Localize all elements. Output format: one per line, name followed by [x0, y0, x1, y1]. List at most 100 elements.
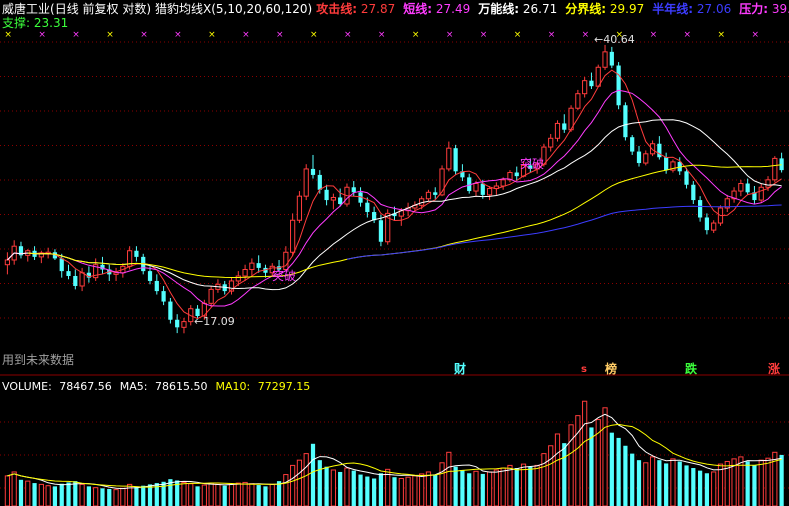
volume-bar [439, 462, 445, 506]
signal-marker: × [106, 30, 114, 40]
candle-body [758, 186, 764, 201]
volume-bar [195, 486, 200, 506]
candle-body [168, 301, 173, 320]
signal-marker: × [208, 30, 216, 40]
volume-bar [330, 469, 336, 506]
volume-bar [324, 466, 329, 506]
volume-bar [520, 463, 527, 506]
volume-bar [45, 485, 51, 506]
short-line-label: 短线: [403, 2, 433, 16]
halfyear-line-legend: 半年线: 27.06 [652, 2, 735, 16]
volume-bar [486, 471, 493, 506]
volume-bar [541, 453, 547, 506]
support-value: 23.31 [33, 16, 69, 30]
volume-bar [222, 485, 227, 506]
volume-bar [460, 469, 465, 506]
signal-markers: × × × × × × × × × × × × × × × × × × × × × × × [4, 30, 759, 40]
volume-header: VOLUME: 78467.56 MA5: 78615.50 MA10: 77297… [2, 380, 318, 394]
volume-legend: VOLUME: 78467.56 [2, 380, 116, 393]
volume-bar [11, 471, 17, 506]
volume-bar [181, 481, 187, 506]
volume-bar [338, 471, 343, 506]
divide-line-value: 29.97 [609, 2, 645, 16]
attack-line-value: 27.87 [360, 2, 396, 16]
signal-marker: × [174, 30, 182, 40]
candle-body [514, 172, 519, 177]
candle-body [161, 291, 166, 302]
candle-body [208, 288, 214, 304]
volume-bar [228, 483, 235, 506]
signal-marker: × [310, 30, 318, 40]
volume-bar [372, 478, 377, 506]
candle-body [134, 250, 139, 257]
chart-mode[interactable]: (日线 前复权 对数) [50, 2, 151, 16]
signal-marker: × [480, 30, 488, 40]
volume-bar [623, 445, 628, 506]
indicator-name[interactable]: 猎豹均线X(5,10,20,60,120) [155, 2, 312, 16]
candle-body [433, 192, 438, 195]
volume-bar [25, 480, 31, 506]
future-data-note: 用到未来数据 [2, 353, 75, 367]
volume-value: 78467.56 [59, 380, 112, 393]
volume-bar [419, 473, 425, 506]
candle-body [636, 151, 642, 164]
signal-s-badge[interactable]: s [576, 362, 592, 377]
volume-bar [717, 463, 724, 506]
candle-body [602, 51, 608, 68]
financial-badge[interactable]: 财 [452, 362, 468, 377]
volume-bar [344, 467, 350, 506]
volume-bar [548, 445, 554, 506]
volume-bar [752, 465, 757, 506]
candle-body [338, 197, 343, 205]
signal-marker: × [684, 30, 692, 40]
candle-body [486, 188, 493, 196]
candle-body [582, 80, 588, 95]
candle-body [147, 271, 153, 281]
volume-bar [554, 433, 561, 506]
volume-bars[interactable] [4, 400, 784, 506]
volume-bar [568, 424, 574, 506]
volume-bar [528, 466, 533, 506]
candle-body [181, 321, 187, 328]
volume-bar [296, 459, 303, 506]
volume-bar [86, 486, 91, 506]
power-line-legend: 万能线: 26.71 [478, 2, 561, 16]
volume-bar [276, 481, 282, 506]
volume-bar [562, 443, 567, 506]
low-price-label: ←17.09 [194, 315, 235, 328]
candle-body [711, 222, 717, 231]
halfyear-line-label: 半年线: [652, 2, 694, 16]
leaderboard-badge[interactable]: 榜 [603, 362, 619, 377]
stock-name[interactable]: 威唐工业 [2, 2, 50, 16]
indicator-header: 威唐工业(日线 前复权 对数) 猎豹均线X(5,10,20,60,120) 攻击线:… [2, 1, 789, 17]
volume-bar [134, 487, 139, 506]
divide-line [27, 164, 782, 278]
volume-bar [188, 483, 194, 506]
candle-body [303, 168, 309, 197]
attack-line [7, 69, 782, 320]
volume-bar [249, 483, 255, 506]
volume-bar [201, 484, 207, 506]
candle-body [500, 179, 506, 187]
fall-badge[interactable]: 跌 [683, 362, 699, 377]
volume-bar [616, 437, 621, 506]
short-line-value: 27.49 [435, 2, 471, 16]
candle-body [290, 219, 296, 253]
candle-body [691, 184, 696, 201]
volume-bar [141, 485, 146, 506]
candlestick-series[interactable] [4, 44, 784, 334]
candle-body [73, 275, 78, 286]
volume-bar [534, 464, 540, 506]
volume-bar [269, 483, 275, 506]
stock-chart-canvas[interactable]: × × × × × × × × × × × × × × × × × × × × × × × [0, 0, 789, 506]
candle-body [317, 174, 322, 190]
volume-bar [684, 465, 689, 506]
volume-bar [664, 463, 669, 506]
volume-bar [303, 453, 309, 506]
rise-badge[interactable]: 涨 [766, 362, 782, 377]
candle-body [554, 122, 561, 139]
candle-body [643, 153, 649, 164]
volume-ma10-legend: MA10: 77297.15 [216, 380, 315, 393]
volume-bar [120, 487, 126, 506]
price-grid [0, 41, 789, 319]
